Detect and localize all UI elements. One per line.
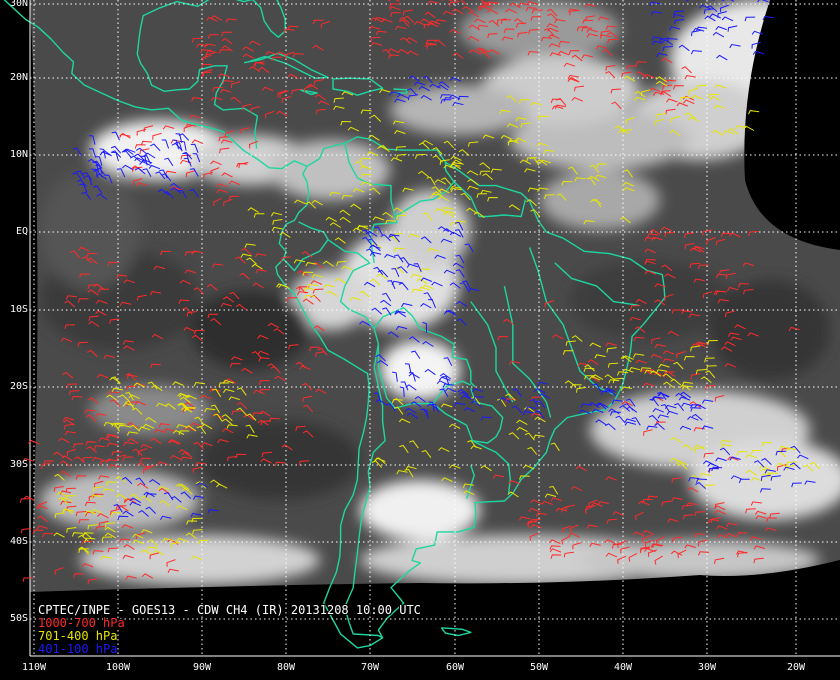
lon-label: 80W [276, 662, 296, 673]
lon-label: 100W [105, 662, 131, 673]
lon-label: 20W [786, 662, 806, 673]
lat-label: 30N [9, 0, 28, 9]
lat-label: 20N [9, 72, 28, 83]
lat-label: 20S [9, 381, 28, 392]
satellite-wind-map [3, 0, 840, 657]
lon-label: 50W [529, 662, 549, 673]
lon-label: 70W [360, 662, 380, 673]
lat-label: 10S [9, 304, 28, 315]
lon-label: 60W [445, 662, 465, 673]
falklands-coastline [440, 627, 472, 637]
lon-label: 40W [613, 662, 633, 673]
lon-label: 110W [21, 662, 47, 673]
infrared-satellite-image [30, 0, 840, 592]
lon-label: 90W [192, 662, 212, 673]
lat-label: EQ [15, 226, 28, 237]
lon-label: 30W [697, 662, 717, 673]
legend-high-level: 401-100 hPa [38, 642, 118, 656]
lat-label: 50S [9, 613, 28, 624]
lat-label: 30S [9, 459, 28, 470]
map-legend: CPTEC/INPE - GOES13 - CDW CH4 (IR) 20131… [38, 604, 421, 656]
map-viewer: 30N 20N 10N EQ 10S 20S 30S 40S 50S 110W 100W 90W 80… [0, 0, 840, 680]
lat-label: 10N [9, 149, 28, 160]
lat-label: 40S [9, 536, 28, 547]
